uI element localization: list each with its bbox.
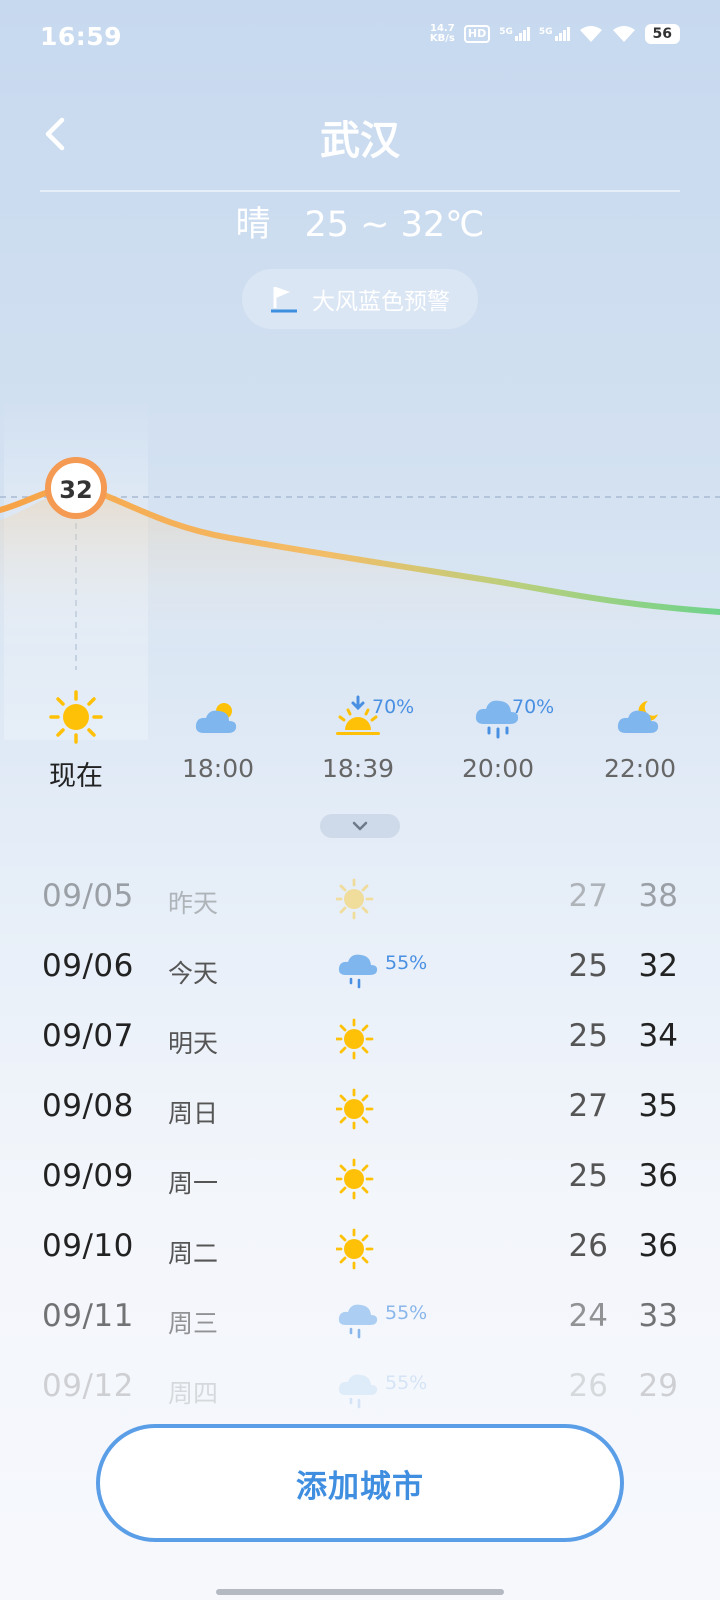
sun-icon <box>336 878 374 920</box>
daily-day: 周一 <box>168 1169 219 1198</box>
wifi-icon <box>612 26 635 42</box>
daily-day: 今天 <box>168 959 219 988</box>
condition-text: 晴 <box>235 205 271 245</box>
cloudy-night-icon <box>617 701 659 733</box>
daily-day: 周日 <box>168 1099 219 1128</box>
alert-text: 大风蓝色预警 <box>312 289 450 315</box>
daily-row[interactable]: 09/09 周一 25 36 <box>0 1144 720 1214</box>
daily-high: 32 <box>638 948 678 984</box>
precip-probability: 55% <box>385 952 428 974</box>
daily-low: 24 <box>568 1298 608 1334</box>
precip-probability: 70% <box>372 696 415 718</box>
daily-day: 周二 <box>168 1239 219 1268</box>
daily-day: 明天 <box>168 1029 219 1058</box>
sun-icon <box>336 1018 374 1060</box>
sun-icon <box>336 1088 374 1130</box>
daily-row[interactable]: 09/10 周二 26 36 <box>0 1214 720 1284</box>
daily-row[interactable]: 09/07 明天 25 34 <box>0 1004 720 1074</box>
daily-day: 昨天 <box>168 889 219 918</box>
daily-high: 38 <box>638 878 678 914</box>
daily-low: 25 <box>568 1018 608 1054</box>
hourly-item-now[interactable]: 现在 <box>16 690 136 792</box>
daily-row[interactable]: 09/05 昨天 27 38 <box>0 864 720 934</box>
daily-row[interactable]: 09/06 今天 55% 25 32 <box>0 934 720 1004</box>
hourly-item[interactable]: 70% 20:00 <box>438 690 558 790</box>
partly-cloudy-icon <box>195 703 237 733</box>
daily-date: 09/08 <box>42 1088 134 1124</box>
daily-day: 周四 <box>168 1379 219 1408</box>
add-city-button[interactable]: 添加城市 <box>96 1424 624 1542</box>
daily-date: 09/10 <box>42 1228 134 1264</box>
hourly-time: 18:39 <box>321 754 395 783</box>
daily-high: 33 <box>638 1298 678 1334</box>
daily-low: 27 <box>568 878 608 914</box>
daily-row[interactable]: 09/08 周日 27 35 <box>0 1074 720 1144</box>
temp-range: 25 ~ 32℃ <box>304 205 485 245</box>
status-bar: 16:59 14.7 KB/s HD 5G 5G 56 <box>0 0 720 76</box>
daily-low: 25 <box>568 948 608 984</box>
daily-low: 26 <box>568 1228 608 1264</box>
current-temp-marker: 32 <box>45 457 107 519</box>
daily-high: 36 <box>638 1158 678 1194</box>
precip-probability: 70% <box>512 696 555 718</box>
hourly-item[interactable]: 70% 18:39 <box>298 690 418 790</box>
signal-icon: 5G <box>499 27 530 41</box>
daily-low: 25 <box>568 1158 608 1194</box>
daily-row[interactable]: 09/11 周三 55% 24 33 <box>0 1284 720 1354</box>
status-time: 16:59 <box>40 22 123 51</box>
daily-high: 35 <box>638 1088 678 1124</box>
daily-date: 09/09 <box>42 1158 134 1194</box>
chevron-down-icon <box>352 821 368 831</box>
wifi-icon <box>579 26 602 42</box>
rain-cloud-icon <box>338 1304 378 1339</box>
daily-forecast-list: 09/05 昨天 27 38 09/06 今天 55% 25 32 09/07 … <box>0 864 720 1424</box>
daily-high: 29 <box>638 1368 678 1404</box>
sun-icon <box>336 1158 374 1200</box>
hourly-time: 20:00 <box>461 754 535 783</box>
precip-probability: 55% <box>385 1302 428 1324</box>
daily-row[interactable]: 09/12 周四 55% 26 29 <box>0 1354 720 1424</box>
home-indicator[interactable] <box>216 1589 504 1595</box>
daily-day: 周三 <box>168 1309 219 1338</box>
battery-icon: 56 <box>644 24 680 44</box>
daily-date: 09/11 <box>42 1298 134 1334</box>
weather-summary: 晴 25 ~ 32℃ <box>0 196 720 247</box>
hourly-time: 18:00 <box>181 754 255 783</box>
sun-icon <box>336 1228 374 1270</box>
daily-date: 09/05 <box>42 878 134 914</box>
current-temp-label: 32 <box>59 476 92 504</box>
weather-alert-badge[interactable]: 大风蓝色预警 <box>242 269 478 329</box>
hourly-time: 现在 <box>49 761 103 792</box>
city-title: 武汉 <box>320 118 400 164</box>
flag-icon <box>271 287 297 313</box>
header-divider <box>40 190 680 192</box>
daily-high: 34 <box>638 1018 678 1054</box>
status-icons: 14.7 KB/s HD 5G 5G 56 <box>430 24 680 44</box>
temperature-curve-shadow <box>0 491 720 655</box>
daily-date: 09/07 <box>42 1018 134 1054</box>
daily-high: 36 <box>638 1228 678 1264</box>
temperature-chart: 32 <box>0 457 720 670</box>
hourly-item[interactable]: 22:00 <box>580 690 700 790</box>
daily-date: 09/12 <box>42 1368 134 1404</box>
daily-low: 26 <box>568 1368 608 1404</box>
hd-icon: HD <box>463 25 491 43</box>
network-speed: 14.7 KB/s <box>429 23 455 44</box>
rain-cloud-icon <box>338 954 378 989</box>
daily-date: 09/06 <box>42 948 134 984</box>
rain-cloud-icon <box>338 1374 378 1409</box>
hourly-time: 22:00 <box>603 754 677 783</box>
hourly-item[interactable]: 18:00 <box>158 690 278 790</box>
expand-toggle[interactable] <box>320 814 400 838</box>
daily-low: 27 <box>568 1088 608 1124</box>
signal-icon: 5G <box>539 27 570 41</box>
sun-icon <box>49 690 103 744</box>
precip-probability: 55% <box>385 1372 428 1394</box>
